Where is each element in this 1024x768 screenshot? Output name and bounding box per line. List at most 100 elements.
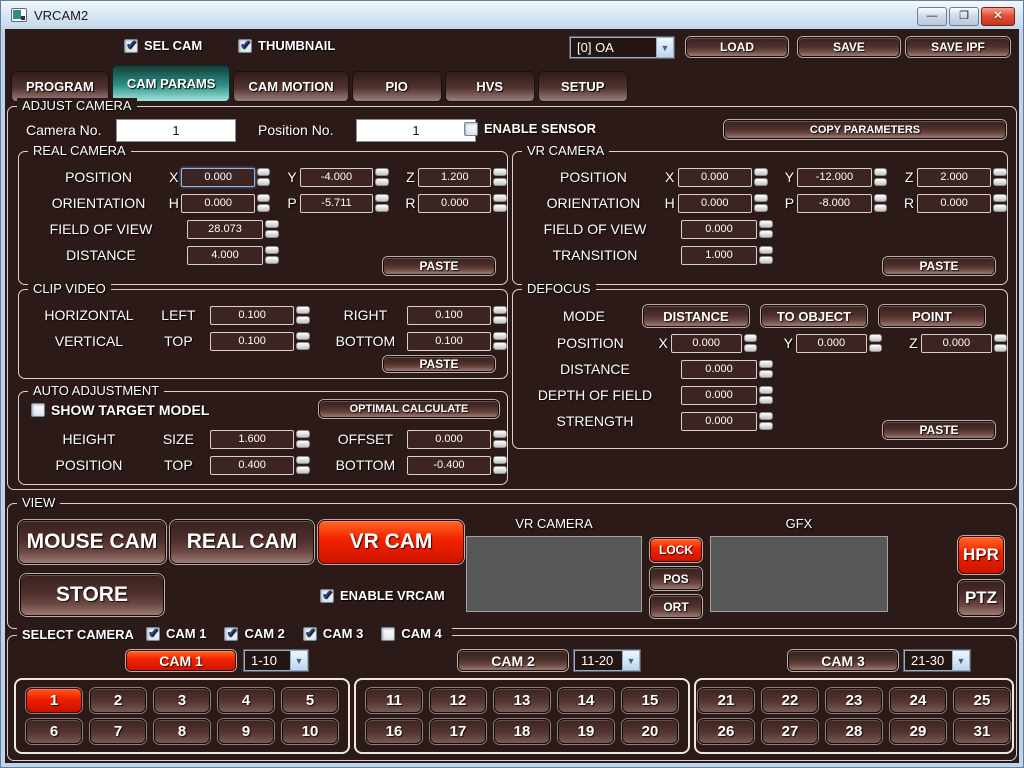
real-pos-y-field[interactable]: -4.000 bbox=[300, 168, 373, 187]
camera-no-field[interactable]: 1 bbox=[116, 119, 236, 142]
vr-camera-paste-button[interactable]: PASTE bbox=[883, 257, 995, 275]
spinner[interactable] bbox=[493, 306, 507, 324]
vr-pos-z-field[interactable]: 2.000 bbox=[917, 168, 991, 187]
vr-fov-field[interactable]: 0.000 bbox=[681, 220, 757, 239]
ort-button[interactable]: ORT bbox=[650, 595, 702, 618]
spinner[interactable] bbox=[874, 168, 888, 186]
spinner[interactable] bbox=[993, 168, 1007, 186]
real-pos-x-field[interactable]: 0.000 bbox=[181, 168, 254, 187]
save-button[interactable]: SAVE bbox=[798, 37, 900, 57]
vr-transition-field[interactable]: 1.000 bbox=[681, 246, 757, 265]
spinner[interactable] bbox=[493, 168, 507, 186]
thumbnail-checkbox[interactable]: THUMBNAIL bbox=[238, 38, 335, 53]
camera-number-button[interactable]: 25 bbox=[954, 688, 1010, 713]
spinner[interactable] bbox=[759, 360, 773, 378]
ptz-button[interactable]: PTZ bbox=[958, 580, 1004, 616]
cam2-bank-button[interactable]: CAM 2 bbox=[458, 650, 568, 671]
camera-number-button[interactable]: 27 bbox=[762, 719, 818, 744]
camera-number-button[interactable]: 19 bbox=[558, 719, 614, 744]
spinner[interactable] bbox=[493, 194, 507, 212]
minimize-button[interactable]: — bbox=[917, 7, 947, 26]
copy-parameters-button[interactable]: COPY PARAMETERS bbox=[724, 120, 1006, 139]
save-ipf-button[interactable]: SAVE IPF bbox=[906, 37, 1010, 57]
cam1-range-dropdown[interactable]: 1-10 ▼ bbox=[244, 650, 308, 671]
camera-number-button[interactable]: 10 bbox=[282, 719, 338, 744]
camera-number-button[interactable]: 13 bbox=[494, 688, 550, 713]
spinner[interactable] bbox=[869, 334, 882, 352]
tab[interactable]: HVS bbox=[445, 71, 535, 102]
camera-number-button[interactable]: 5 bbox=[282, 688, 338, 713]
real-ori-p-field[interactable]: -5.711 bbox=[300, 194, 373, 213]
tab[interactable]: CAM PARAMS bbox=[112, 65, 231, 102]
camera-number-button[interactable]: 2 bbox=[90, 688, 146, 713]
title-bar[interactable]: VRCAM2 — ❐ ✕ bbox=[1, 1, 1023, 29]
vr-cam-button[interactable]: VR CAM bbox=[318, 520, 464, 564]
camera-number-button[interactable]: 21 bbox=[698, 688, 754, 713]
tab[interactable]: SETUP bbox=[538, 71, 628, 102]
clip-top-field[interactable]: 0.100 bbox=[210, 332, 295, 351]
preset-dropdown[interactable]: [0] OA ▼ bbox=[570, 37, 674, 58]
mouse-cam-button[interactable]: MOUSE CAM bbox=[18, 520, 166, 564]
cam1-bank-button[interactable]: CAM 1 bbox=[126, 650, 236, 671]
cam3-range-dropdown[interactable]: 21-30 ▼ bbox=[904, 650, 970, 671]
spinner[interactable] bbox=[759, 220, 773, 238]
defocus-mode-distance-button[interactable]: DISTANCE bbox=[643, 305, 749, 327]
spinner[interactable] bbox=[759, 412, 773, 430]
vr-ori-h-field[interactable]: 0.000 bbox=[678, 194, 752, 213]
spinner[interactable] bbox=[744, 334, 757, 352]
camera-number-button[interactable]: 12 bbox=[430, 688, 486, 713]
aa-top-field[interactable]: 0.400 bbox=[210, 456, 295, 475]
enable-vrcam-checkbox[interactable]: ENABLE VRCAM bbox=[320, 588, 445, 603]
spinner[interactable] bbox=[493, 332, 507, 350]
real-ori-h-field[interactable]: 0.000 bbox=[181, 194, 254, 213]
depth-of-field-field[interactable]: 0.000 bbox=[681, 386, 757, 405]
defocus-pos-x-field[interactable]: 0.000 bbox=[671, 334, 742, 353]
maximize-button[interactable]: ❐ bbox=[949, 7, 979, 26]
defocus-paste-button[interactable]: PASTE bbox=[883, 421, 995, 439]
spinner[interactable] bbox=[375, 194, 389, 212]
clip-right-field[interactable]: 0.100 bbox=[407, 306, 492, 325]
camera-number-button[interactable]: 15 bbox=[622, 688, 678, 713]
real-camera-paste-button[interactable]: PASTE bbox=[383, 257, 495, 275]
sel-cam-checkbox[interactable]: SEL CAM bbox=[124, 38, 202, 53]
spinner[interactable] bbox=[265, 220, 279, 238]
real-distance-field[interactable]: 4.000 bbox=[187, 246, 263, 265]
show-target-model-checkbox[interactable]: SHOW TARGET MODEL bbox=[31, 402, 209, 418]
camera-number-button[interactable]: 8 bbox=[154, 719, 210, 744]
clip-left-field[interactable]: 0.100 bbox=[210, 306, 295, 325]
camera-number-button[interactable]: 26 bbox=[698, 719, 754, 744]
tab[interactable]: PIO bbox=[352, 71, 442, 102]
clip-bottom-field[interactable]: 0.100 bbox=[407, 332, 492, 351]
lock-button[interactable]: LOCK bbox=[650, 538, 702, 562]
camera-number-button[interactable]: 22 bbox=[762, 688, 818, 713]
camera-number-button[interactable]: 4 bbox=[218, 688, 274, 713]
load-button[interactable]: LOAD bbox=[686, 37, 788, 57]
spinner[interactable] bbox=[257, 168, 271, 186]
cam2-range-dropdown[interactable]: 11-20 ▼ bbox=[574, 650, 640, 671]
spinner[interactable] bbox=[754, 194, 768, 212]
hpr-button[interactable]: HPR bbox=[958, 536, 1004, 574]
spinner[interactable] bbox=[493, 430, 507, 448]
camera-number-button[interactable]: 6 bbox=[26, 719, 82, 744]
cam-select-checkbox[interactable]: CAM 3 bbox=[303, 626, 363, 641]
real-pos-z-field[interactable]: 1.200 bbox=[418, 168, 491, 187]
close-button[interactable]: ✕ bbox=[981, 7, 1015, 26]
spinner[interactable] bbox=[375, 168, 389, 186]
position-no-field[interactable]: 1 bbox=[356, 119, 476, 142]
strength-field[interactable]: 0.000 bbox=[681, 412, 757, 431]
spinner[interactable] bbox=[265, 246, 279, 264]
vr-ori-r-field[interactable]: 0.000 bbox=[917, 194, 991, 213]
defocus-pos-y-field[interactable]: 0.000 bbox=[796, 334, 867, 353]
aa-bottom-field[interactable]: -0.400 bbox=[407, 456, 492, 475]
vr-pos-x-field[interactable]: 0.000 bbox=[678, 168, 752, 187]
camera-number-button[interactable]: 9 bbox=[218, 719, 274, 744]
camera-number-button[interactable]: 31 bbox=[954, 719, 1010, 744]
cam-select-checkbox[interactable]: CAM 4 bbox=[381, 626, 441, 641]
vr-pos-y-field[interactable]: -12.000 bbox=[797, 168, 871, 187]
camera-number-button[interactable]: 3 bbox=[154, 688, 210, 713]
spinner[interactable] bbox=[754, 168, 768, 186]
camera-number-button[interactable]: 11 bbox=[366, 688, 422, 713]
spinner[interactable] bbox=[994, 334, 1007, 352]
enable-sensor-checkbox[interactable]: ENABLE SENSOR bbox=[464, 121, 596, 136]
clip-video-paste-button[interactable]: PASTE bbox=[383, 356, 495, 372]
